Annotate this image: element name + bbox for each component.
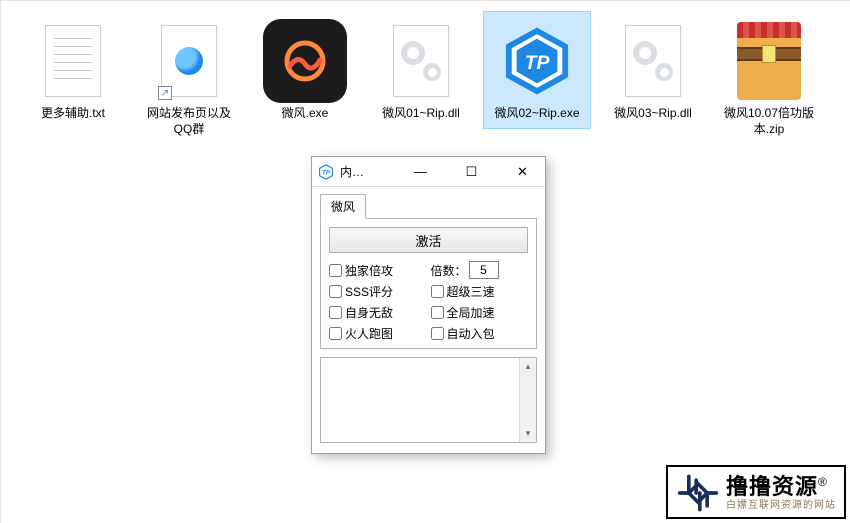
checkbox-exclusive-multi-attack[interactable]: 独家倍攻: [329, 262, 427, 279]
checkbox-input[interactable]: [329, 264, 342, 277]
dll-file-icon: [625, 25, 681, 97]
checkbox-global-speedup[interactable]: 全局加速: [431, 304, 529, 321]
app-icon: TP: [318, 164, 334, 180]
file-item[interactable]: 微风.exe: [251, 11, 359, 129]
watermark-subtitle: 白嫖互联网资源的网站: [726, 500, 836, 511]
file-label: 微风01~Rip.dll: [382, 106, 460, 122]
file-icon-box: [25, 18, 121, 104]
tp-exe-icon: TP: [501, 25, 573, 97]
file-icon-box: [373, 18, 469, 104]
file-icon-box: [605, 18, 701, 104]
file-item[interactable]: TP 微风02~Rip.exe: [483, 11, 591, 129]
tab-weifeng[interactable]: 微风: [320, 194, 366, 219]
file-label: 微风02~Rip.exe: [494, 106, 579, 122]
weifeng-app-icon: [263, 19, 347, 103]
checkbox-fireman-run[interactable]: 火人跑图: [329, 325, 427, 342]
file-label: 更多辅助.txt: [41, 106, 105, 122]
text-file-icon: [45, 25, 101, 97]
shortcut-overlay-icon: ↗: [158, 86, 172, 100]
multiplier-field: 倍数：: [431, 261, 529, 279]
zip-archive-icon: [737, 22, 801, 100]
watermark-logo-icon: [676, 471, 720, 515]
checkbox-input[interactable]: [431, 306, 444, 319]
svg-text:TP: TP: [322, 169, 331, 176]
window-title: 内…: [340, 163, 364, 180]
file-icon-box: ↗: [141, 18, 237, 104]
watermark-badge: 撸撸资源® 白嫖互联网资源的网站: [666, 465, 846, 519]
checkbox-label: 全局加速: [447, 304, 495, 321]
file-item[interactable]: 微风10.07倍功版本.zip: [715, 11, 823, 144]
checkbox-label: 自动入包: [447, 325, 495, 342]
file-icon-box: TP: [489, 18, 585, 104]
scrollbar[interactable]: ▴ ▾: [519, 358, 536, 442]
titlebar[interactable]: TP 内… — ☐ ✕: [312, 157, 545, 187]
file-item[interactable]: 微风03~Rip.dll: [599, 11, 707, 129]
checkbox-auto-pickup[interactable]: 自动入包: [431, 325, 529, 342]
checkbox-label: 火人跑图: [345, 325, 393, 342]
app-dialog: TP 内… — ☐ ✕ 微风 激活 独家倍攻 倍数： SSS评分: [311, 156, 546, 454]
minimize-button[interactable]: —: [398, 158, 443, 186]
file-label: 微风.exe: [282, 106, 329, 122]
registered-icon: ®: [818, 475, 827, 489]
activate-button[interactable]: 激活: [329, 227, 528, 253]
file-label: 网站发布页以及QQ群: [138, 106, 240, 137]
checkbox-input[interactable]: [329, 327, 342, 340]
checkbox-input[interactable]: [431, 285, 444, 298]
file-item[interactable]: 更多辅助.txt: [19, 11, 127, 129]
checkbox-super-triple-speed[interactable]: 超级三速: [431, 283, 529, 300]
file-label: 微风10.07倍功版本.zip: [718, 106, 820, 137]
watermark-title: 撸撸资源: [726, 474, 818, 499]
checkbox-input[interactable]: [329, 306, 342, 319]
multiplier-label: 倍数：: [431, 262, 467, 279]
log-textarea[interactable]: ▴ ▾: [320, 357, 537, 443]
multiplier-input[interactable]: [469, 261, 499, 279]
checkbox-label: SSS评分: [345, 283, 393, 300]
file-icon-box: [721, 18, 817, 104]
file-grid: 更多辅助.txt ↗ 网站发布页以及QQ群 微风.exe 微风01~Rip.dll TP 微…: [1, 1, 850, 154]
checkbox-label: 自身无敌: [345, 304, 393, 321]
checkbox-label: 独家倍攻: [345, 262, 393, 279]
file-label: 微风03~Rip.dll: [614, 106, 692, 122]
file-item[interactable]: ↗ 网站发布页以及QQ群: [135, 11, 243, 144]
scroll-up-icon[interactable]: ▴: [520, 358, 536, 375]
dll-file-icon: [393, 25, 449, 97]
checkbox-sss-rating[interactable]: SSS评分: [329, 283, 427, 300]
close-button[interactable]: ✕: [500, 158, 545, 186]
checkbox-label: 超级三速: [447, 283, 495, 300]
svg-text:TP: TP: [525, 52, 550, 74]
checkbox-input[interactable]: [329, 285, 342, 298]
options-grid: 独家倍攻 倍数： SSS评分 超级三速 自身无敌 全局加速: [329, 261, 528, 342]
file-icon-box: [257, 18, 353, 104]
maximize-button[interactable]: ☐: [449, 158, 494, 186]
checkbox-input[interactable]: [431, 327, 444, 340]
internet-shortcut-icon: ↗: [161, 25, 217, 97]
tab-strip: 微风: [312, 187, 545, 218]
scroll-down-icon[interactable]: ▾: [520, 425, 536, 442]
file-item[interactable]: 微风01~Rip.dll: [367, 11, 475, 129]
checkbox-self-invincible[interactable]: 自身无敌: [329, 304, 427, 321]
tab-panel: 激活 独家倍攻 倍数： SSS评分 超级三速 自身无敌: [320, 218, 537, 349]
